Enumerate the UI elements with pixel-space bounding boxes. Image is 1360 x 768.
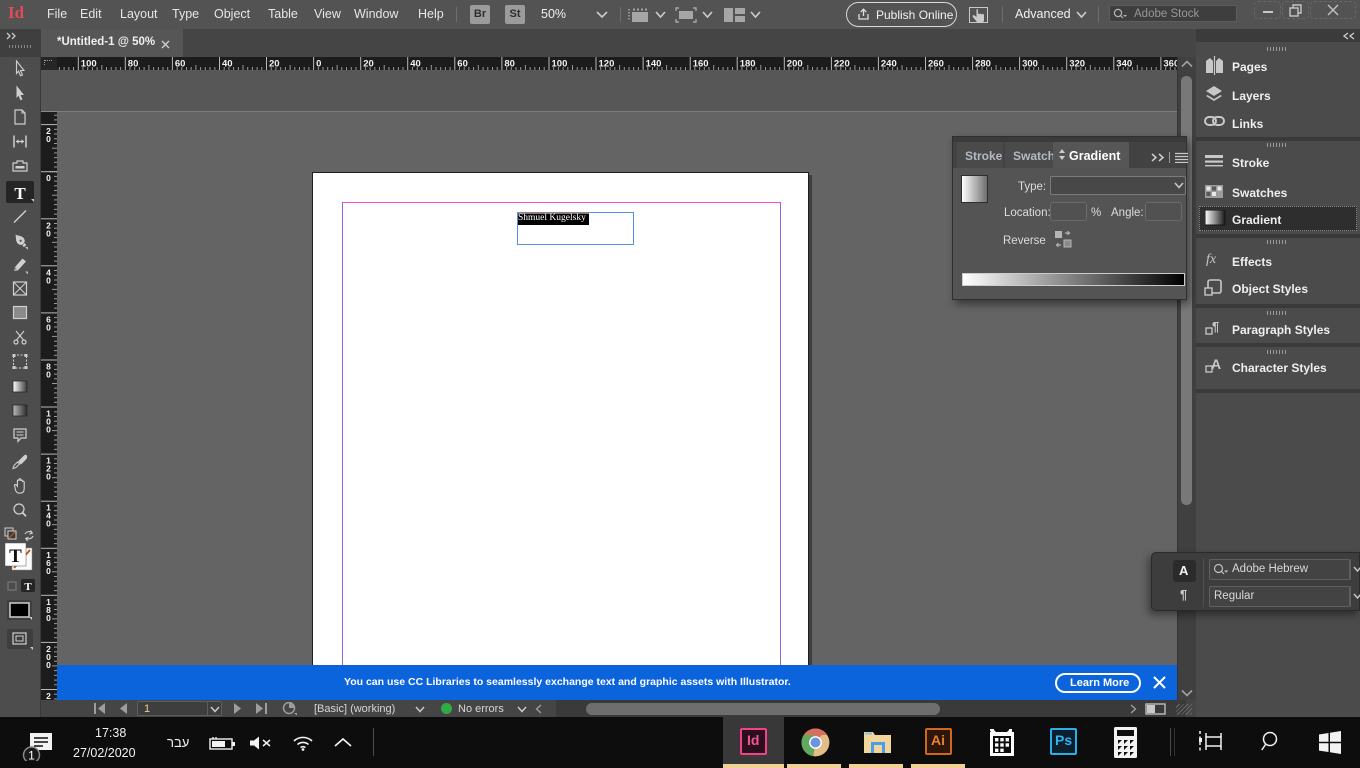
svg-text:0: 0: [46, 519, 51, 529]
svg-text:1: 1: [28, 749, 35, 762]
svg-text:0: 0: [46, 228, 51, 238]
svg-text:0: 0: [46, 613, 51, 623]
svg-text:T: T: [14, 184, 26, 203]
svg-text:0: 0: [46, 322, 51, 332]
svg-text:0: 0: [46, 275, 51, 285]
svg-text:0: 0: [46, 566, 51, 576]
svg-text:0: 0: [46, 660, 51, 670]
svg-text:¶: ¶: [1212, 319, 1219, 334]
svg-text:0: 0: [46, 173, 51, 183]
svg-text:20: 20: [269, 59, 280, 70]
svg-text:0: 0: [46, 134, 51, 144]
svg-text:0: 0: [46, 472, 51, 482]
svg-text:60: 60: [457, 59, 468, 70]
svg-text:80: 80: [128, 59, 139, 70]
svg-text:T: T: [9, 546, 22, 567]
svg-text:40: 40: [222, 59, 233, 70]
svg-text:60: 60: [175, 59, 186, 70]
svg-text:T: T: [24, 581, 32, 593]
svg-text:40: 40: [410, 59, 421, 70]
svg-text:20: 20: [363, 59, 374, 70]
svg-text:0: 0: [46, 370, 51, 380]
svg-text:80: 80: [504, 59, 515, 70]
svg-text:0: 0: [46, 425, 51, 435]
